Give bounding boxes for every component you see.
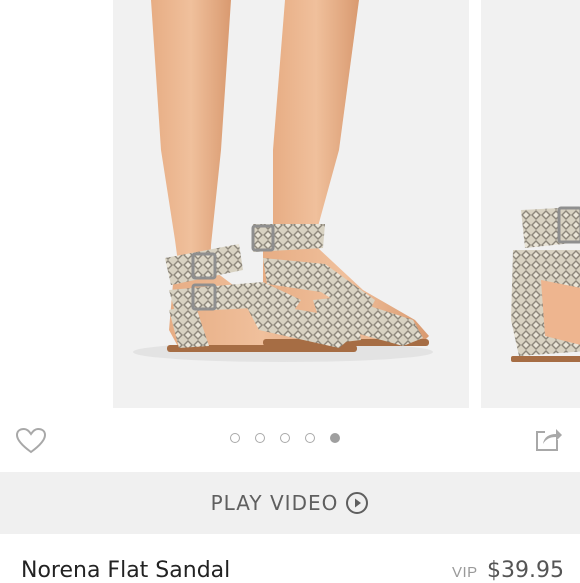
carousel-dot[interactable] bbox=[280, 433, 290, 443]
carousel-dot[interactable] bbox=[230, 433, 240, 443]
sandal-illustration bbox=[133, 0, 433, 362]
product-photo-next[interactable] bbox=[481, 0, 580, 408]
carousel-dot[interactable] bbox=[255, 433, 265, 443]
play-video-label: PLAY VIDEO bbox=[210, 491, 339, 515]
vip-label: VIP bbox=[452, 564, 478, 581]
share-icon[interactable] bbox=[535, 426, 563, 452]
heart-icon[interactable] bbox=[16, 428, 46, 454]
carousel-dot-active[interactable] bbox=[330, 433, 340, 443]
carousel-dot[interactable] bbox=[305, 433, 315, 443]
product-title: Norena Flat Sandal bbox=[21, 558, 231, 583]
product-image-carousel[interactable] bbox=[0, 0, 580, 410]
play-circle-icon bbox=[346, 492, 369, 514]
carousel-pagination bbox=[230, 433, 340, 443]
product-price: $39.95 bbox=[487, 558, 564, 583]
product-photo-main[interactable] bbox=[113, 0, 469, 408]
play-video-button[interactable]: PLAY VIDEO bbox=[0, 472, 580, 534]
sandal-side-illustration bbox=[511, 206, 580, 362]
